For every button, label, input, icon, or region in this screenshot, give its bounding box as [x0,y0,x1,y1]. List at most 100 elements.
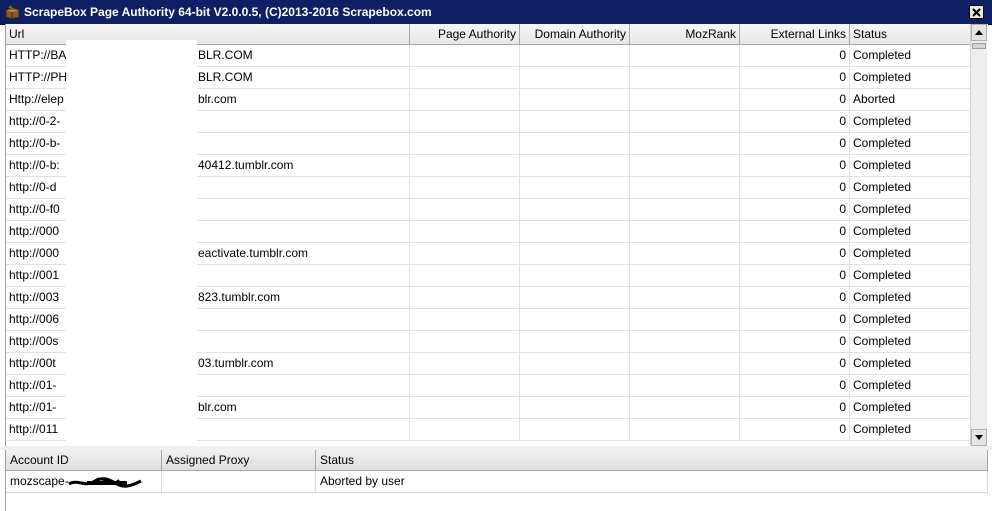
close-button[interactable] [969,5,984,19]
domain-authority-cell[interactable] [520,111,630,133]
column-header-domain-authority[interactable]: Domain Authority [520,24,630,45]
domain-authority-cell[interactable] [520,331,630,353]
assigned-proxy-cell[interactable] [162,471,316,493]
mozrank-cell[interactable] [630,309,740,331]
column-header-external-links[interactable]: External Links [740,24,850,45]
window-title-bar[interactable]: ScrapeBox Page Authority 64-bit V2.0.0.5… [0,0,992,25]
domain-authority-cell[interactable] [520,419,630,441]
status-cell[interactable]: Completed [850,111,971,133]
page-authority-cell[interactable] [410,265,520,287]
domain-authority-cell[interactable] [520,45,630,67]
column-header-status[interactable]: Status [850,24,971,45]
external-links-cell[interactable]: 0 [740,155,850,177]
domain-authority-cell[interactable] [520,287,630,309]
status-cell[interactable]: Completed [850,199,971,221]
external-links-cell[interactable]: 0 [740,353,850,375]
page-authority-cell[interactable] [410,177,520,199]
external-links-cell[interactable]: 0 [740,221,850,243]
mozrank-cell[interactable] [630,199,740,221]
page-authority-cell[interactable] [410,243,520,265]
mozrank-cell[interactable] [630,221,740,243]
status-cell[interactable]: Completed [850,221,971,243]
page-authority-cell[interactable] [410,287,520,309]
mozrank-cell[interactable] [630,243,740,265]
column-header-mozrank[interactable]: MozRank [630,24,740,45]
status-cell[interactable]: Completed [850,309,971,331]
accounts-grid[interactable]: Account ID Assigned Proxy Status mozscap… [5,450,988,511]
mozrank-cell[interactable] [630,89,740,111]
external-links-cell[interactable]: 0 [740,419,850,441]
status-cell[interactable]: Completed [850,133,971,155]
page-authority-cell[interactable] [410,331,520,353]
external-links-cell[interactable]: 0 [740,67,850,89]
status-cell[interactable]: Completed [850,265,971,287]
account-status-cell[interactable]: Aborted by user [316,471,988,493]
page-authority-cell[interactable] [410,67,520,89]
external-links-cell[interactable]: 0 [740,45,850,67]
mozrank-cell[interactable] [630,133,740,155]
mozrank-cell[interactable] [630,331,740,353]
status-cell[interactable]: Completed [850,419,971,441]
domain-authority-cell[interactable] [520,67,630,89]
external-links-cell[interactable]: 0 [740,133,850,155]
domain-authority-cell[interactable] [520,353,630,375]
external-links-cell[interactable]: 0 [740,243,850,265]
column-header-account-id[interactable]: Account ID [6,450,162,471]
domain-authority-cell[interactable] [520,199,630,221]
page-authority-cell[interactable] [410,375,520,397]
domain-authority-cell[interactable] [520,375,630,397]
status-cell[interactable]: Completed [850,353,971,375]
mozrank-cell[interactable] [630,397,740,419]
external-links-cell[interactable]: 0 [740,111,850,133]
column-header-account-status[interactable]: Status [316,450,988,471]
status-cell[interactable]: Completed [850,331,971,353]
domain-authority-cell[interactable] [520,243,630,265]
page-authority-cell[interactable] [410,221,520,243]
status-cell[interactable]: Completed [850,155,971,177]
page-authority-cell[interactable] [410,309,520,331]
page-authority-cell[interactable] [410,397,520,419]
scrollbar-thumb[interactable] [972,43,986,49]
mozrank-cell[interactable] [630,419,740,441]
external-links-cell[interactable]: 0 [740,265,850,287]
mozrank-cell[interactable] [630,177,740,199]
page-authority-cell[interactable] [410,133,520,155]
column-header-assigned-proxy[interactable]: Assigned Proxy [162,450,316,471]
domain-authority-cell[interactable] [520,265,630,287]
mozrank-cell[interactable] [630,265,740,287]
mozrank-cell[interactable] [630,111,740,133]
column-header-page-authority[interactable]: Page Authority [410,24,520,45]
scroll-down-button[interactable] [971,429,987,446]
mozrank-cell[interactable] [630,375,740,397]
external-links-cell[interactable]: 0 [740,89,850,111]
domain-authority-cell[interactable] [520,177,630,199]
mozrank-cell[interactable] [630,353,740,375]
page-authority-cell[interactable] [410,419,520,441]
external-links-cell[interactable]: 0 [740,287,850,309]
status-cell[interactable]: Completed [850,45,971,67]
page-authority-cell[interactable] [410,111,520,133]
status-cell[interactable]: Aborted [850,89,971,111]
page-authority-cell[interactable] [410,155,520,177]
external-links-cell[interactable]: 0 [740,331,850,353]
domain-authority-cell[interactable] [520,397,630,419]
status-cell[interactable]: Completed [850,177,971,199]
external-links-cell[interactable]: 0 [740,199,850,221]
page-authority-cell[interactable] [410,45,520,67]
domain-authority-cell[interactable] [520,221,630,243]
external-links-cell[interactable]: 0 [740,309,850,331]
status-cell[interactable]: Completed [850,287,971,309]
external-links-cell[interactable]: 0 [740,375,850,397]
external-links-cell[interactable]: 0 [740,177,850,199]
page-authority-cell[interactable] [410,89,520,111]
domain-authority-cell[interactable] [520,155,630,177]
scroll-up-button[interactable] [971,24,987,41]
mozrank-cell[interactable] [630,45,740,67]
mozrank-cell[interactable] [630,67,740,89]
status-cell[interactable]: Completed [850,375,971,397]
domain-authority-cell[interactable] [520,309,630,331]
page-authority-cell[interactable] [410,353,520,375]
mozrank-cell[interactable] [630,155,740,177]
mozrank-cell[interactable] [630,287,740,309]
status-cell[interactable]: Completed [850,397,971,419]
